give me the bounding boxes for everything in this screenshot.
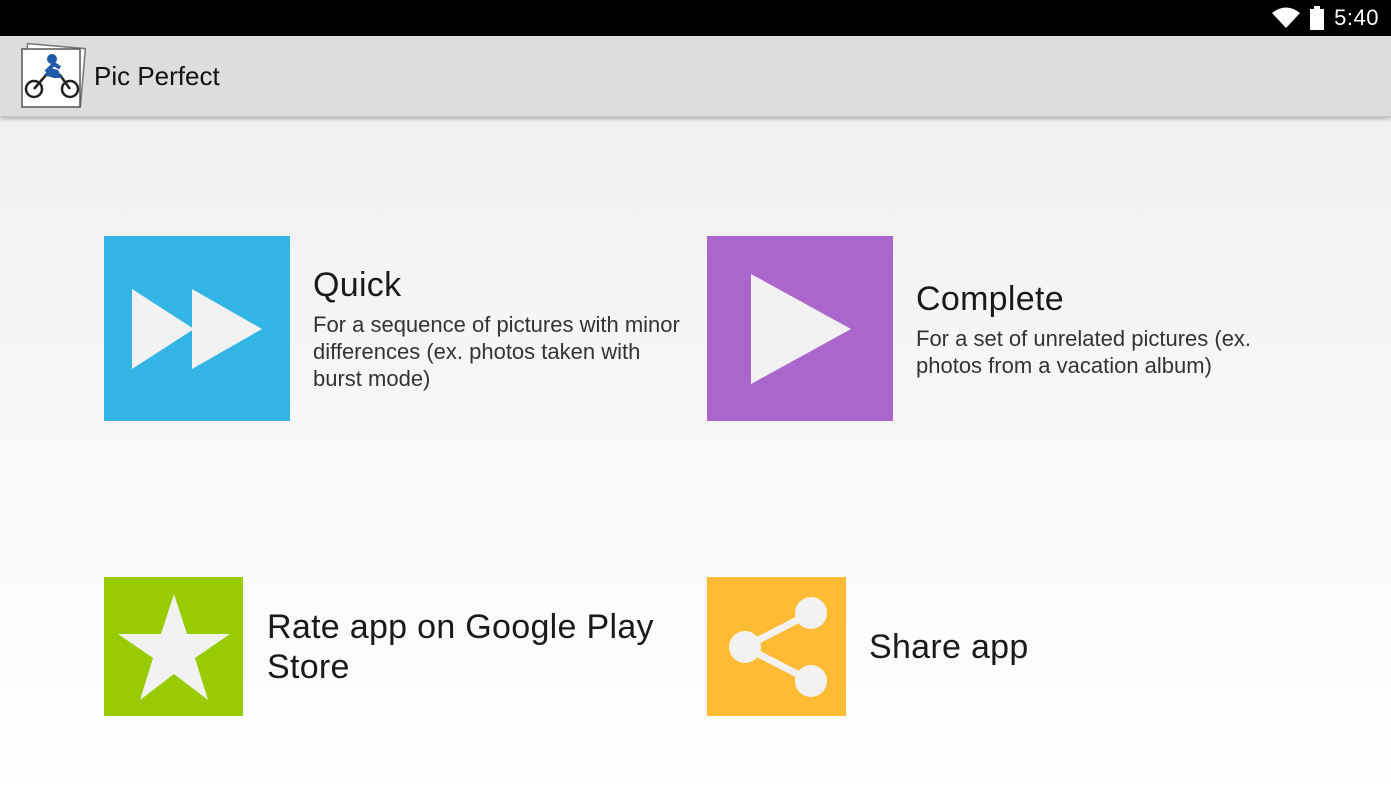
- app-title: Pic Perfect: [94, 61, 220, 91]
- app-logo[interactable]: [18, 42, 87, 110]
- share-tile[interactable]: [707, 577, 846, 716]
- complete-description: For a set of unrelated pictures (ex. pho…: [916, 326, 1252, 378]
- share-card-text[interactable]: Share app: [869, 627, 1169, 667]
- battery-icon: [1310, 6, 1325, 30]
- action-bar: Pic Perfect: [0, 36, 1391, 117]
- rate-label: Rate app on Google Play Store: [267, 608, 654, 686]
- complete-card-text[interactable]: Complete For a set of unrelated pictures…: [916, 280, 1286, 379]
- star-icon: [117, 593, 230, 700]
- share-icon: [728, 596, 827, 697]
- status-time: 5:40: [1334, 5, 1379, 30]
- quick-description: For a sequence of pictures with minor di…: [313, 312, 680, 391]
- rate-card-text[interactable]: Rate app on Google Play Store: [267, 607, 667, 687]
- quick-card-text[interactable]: Quick For a sequence of pictures with mi…: [313, 266, 683, 392]
- play-icon: [751, 273, 851, 384]
- share-label: Share app: [869, 628, 1029, 666]
- status-bar: 5:40: [0, 0, 1391, 36]
- rate-tile[interactable]: [104, 577, 243, 716]
- quick-tile[interactable]: [104, 236, 290, 421]
- complete-tile[interactable]: [707, 236, 893, 421]
- status-indicators: 5:40: [1272, 0, 1379, 36]
- quick-title: Quick: [313, 266, 402, 304]
- motorbike-photo-stack-icon: [21, 42, 87, 108]
- complete-title: Complete: [916, 280, 1064, 318]
- fast-forward-icon: [132, 288, 262, 369]
- wifi-icon: [1272, 7, 1301, 28]
